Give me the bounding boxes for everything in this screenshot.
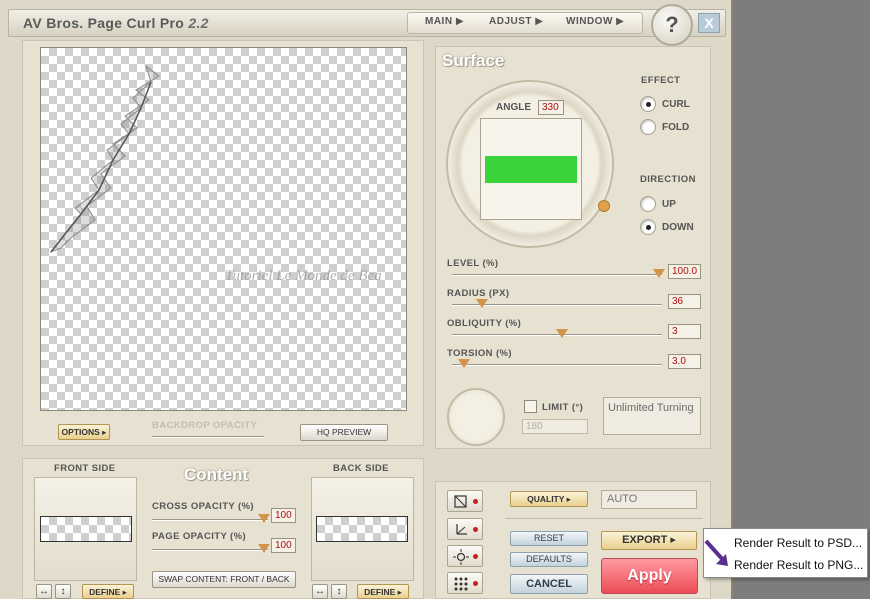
app-title: AV Bros. Page Curl Pro 2.2 [23, 15, 209, 31]
back-flip-h-button[interactable]: ↔ [312, 584, 328, 599]
apply-button[interactable]: Apply [601, 558, 698, 594]
crop-icon [454, 495, 467, 508]
tool-axis[interactable] [447, 518, 483, 540]
torsion-slider[interactable] [452, 364, 662, 366]
app-version: 2.2 [188, 15, 209, 31]
front-flip-h-button[interactable]: ↔ [36, 584, 52, 599]
plugin-window: AV Bros. Page Curl Pro 2.2 MAIN ▶ ADJUST… [0, 0, 733, 599]
cross-opacity-label: CROSS OPACITY (%) [152, 501, 254, 512]
back-side-thumb[interactable] [316, 516, 408, 542]
obliquity-thumb[interactable] [556, 329, 568, 338]
export-menu: Render Result to PSD... Render Result to… [703, 528, 868, 578]
back-flip-v-button[interactable]: ↕ [331, 584, 347, 599]
cross-opacity-thumb[interactable] [258, 514, 270, 523]
page-opacity-thumb[interactable] [258, 544, 270, 553]
dots-grid-icon [454, 577, 468, 591]
limit-checkbox[interactable] [524, 400, 537, 413]
reset-button[interactable]: RESET [510, 531, 588, 546]
menu-item-render-psd[interactable]: Render Result to PSD... [734, 536, 862, 550]
preview-canvas[interactable]: Tutoriel Le Monde de Bea [40, 47, 407, 411]
limit-dial[interactable] [447, 388, 505, 446]
help-button[interactable]: ? [651, 4, 693, 46]
menu-window[interactable]: WINDOW ▶ [566, 16, 624, 27]
effect-fold-radio[interactable] [640, 119, 656, 135]
limit-status: Unlimited Turning [603, 397, 701, 435]
direction-down-label: DOWN [662, 222, 694, 233]
title-bar: AV Bros. Page Curl Pro 2.2 MAIN ▶ ADJUST… [8, 9, 726, 37]
menu-main[interactable]: MAIN ▶ [425, 16, 464, 27]
limit-label: LIMIT (°) [542, 402, 584, 413]
surface-title: Surface [442, 51, 505, 70]
level-thumb[interactable] [653, 269, 665, 278]
hq-preview-button[interactable]: HQ PREVIEW [300, 424, 388, 441]
close-button[interactable]: X [698, 13, 720, 33]
content-title: Content [184, 465, 249, 484]
torsion-thumb[interactable] [458, 359, 470, 368]
swap-content-button[interactable]: SWAP CONTENT: FRONT / BACK [152, 571, 296, 588]
angle-knob[interactable] [598, 200, 610, 212]
limit-field[interactable]: 180 [522, 419, 588, 434]
pointer-arrow-icon [704, 539, 728, 566]
menu-adjust[interactable]: ADJUST ▶ [489, 16, 543, 27]
backdrop-opacity-label: BACKDROP OPACITY [152, 420, 258, 431]
options-button[interactable]: OPTIONS ▸ [58, 424, 110, 440]
page-opacity-field[interactable]: 100 [271, 538, 296, 553]
obliquity-field[interactable]: 3 [668, 324, 701, 339]
front-side-thumb[interactable] [40, 516, 132, 542]
obliquity-label: OBLIQUITY (%) [447, 318, 522, 329]
sun-icon [453, 549, 469, 565]
page-opacity-label: PAGE OPACITY (%) [152, 531, 247, 542]
angle-field[interactable]: 330 [538, 100, 564, 115]
tool-axis-indicator [473, 527, 478, 532]
watermark: Tutoriel Le Monde de Bea [225, 268, 382, 284]
radius-thumb[interactable] [476, 299, 488, 308]
level-slider[interactable] [452, 274, 662, 276]
effect-fold-label: FOLD [662, 122, 690, 133]
front-side-label: FRONT SIDE [54, 463, 116, 474]
tool-grid-indicator [473, 581, 478, 586]
tool-light-indicator [473, 554, 478, 559]
effect-curl-radio[interactable] [640, 96, 656, 112]
cross-opacity-slider[interactable] [152, 519, 268, 521]
page-opacity-slider[interactable] [152, 549, 268, 551]
app-name: AV Bros. Page Curl Pro [23, 15, 185, 31]
curl-shape [49, 64, 160, 254]
quality-button[interactable]: QUALITY ▸ [510, 491, 588, 507]
cross-opacity-field[interactable]: 100 [271, 508, 296, 523]
export-button[interactable]: EXPORT ▸ [601, 531, 697, 550]
front-flip-v-button[interactable]: ↕ [55, 584, 71, 599]
level-label: LEVEL (%) [447, 258, 499, 269]
menu-item-render-png[interactable]: Render Result to PNG... [734, 558, 863, 572]
direction-up-label: UP [662, 199, 676, 210]
tool-crop-indicator [473, 499, 478, 504]
angle-swatch [485, 156, 577, 183]
tool-grid[interactable] [447, 572, 483, 594]
quality-field: AUTO [601, 490, 697, 509]
effect-curl-label: CURL [662, 99, 690, 110]
level-field[interactable]: 100.0 [668, 264, 701, 279]
torsion-field[interactable]: 3.0 [668, 354, 701, 369]
backdrop-opacity-slider[interactable] [152, 436, 264, 438]
angle-label: ANGLE [496, 102, 531, 113]
radius-field[interactable]: 36 [668, 294, 701, 309]
defaults-button[interactable]: DEFAULTS [510, 552, 588, 567]
axis-icon [456, 524, 467, 535]
angle-preview [480, 118, 582, 220]
radius-label: RADIUS (PX) [447, 288, 510, 299]
direction-label: DIRECTION [640, 174, 696, 185]
effect-label: EFFECT [641, 75, 681, 86]
back-side-label: BACK SIDE [333, 463, 389, 474]
cancel-button[interactable]: CANCEL [510, 574, 588, 594]
render-divider [505, 518, 703, 519]
direction-up-radio[interactable] [640, 196, 656, 212]
back-define-button[interactable]: DEFINE ▸ [357, 584, 409, 599]
torsion-label: TORSION (%) [447, 348, 512, 359]
direction-down-radio[interactable] [640, 219, 656, 235]
tool-crop[interactable] [447, 490, 483, 512]
front-define-button[interactable]: DEFINE ▸ [82, 584, 134, 599]
tool-light[interactable] [447, 545, 483, 567]
